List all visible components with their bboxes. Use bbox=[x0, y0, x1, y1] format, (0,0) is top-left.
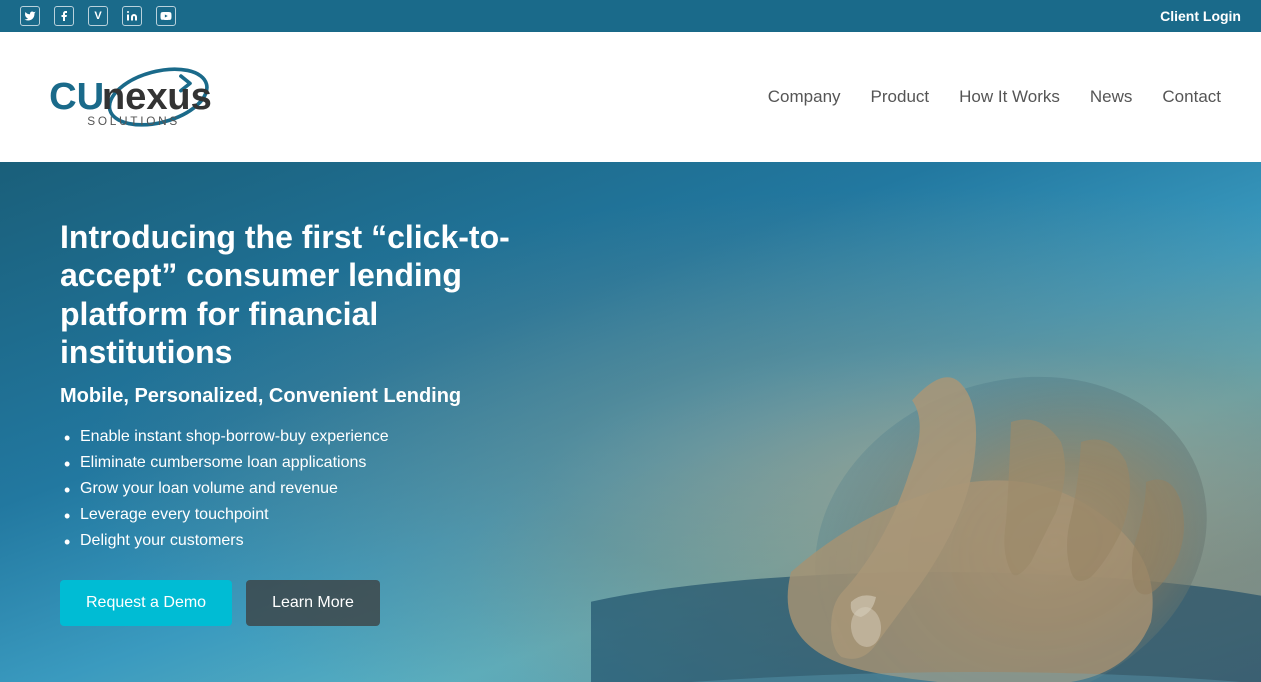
hero-hand-illustration bbox=[591, 222, 1261, 682]
nav-contact[interactable]: Contact bbox=[1162, 87, 1221, 107]
client-login-link[interactable]: Client Login bbox=[1160, 8, 1241, 24]
logo-svg: CU nex us SOLUTIONS bbox=[40, 52, 240, 142]
hero-bullets: Enable instant shop-borrow-buy experienc… bbox=[60, 428, 540, 550]
social-icons: V bbox=[20, 6, 176, 26]
svg-text:CU: CU bbox=[49, 75, 104, 118]
hero-title: Introducing the first “click-to-accept” … bbox=[60, 218, 540, 372]
bullet-4: Leverage every touchpoint bbox=[60, 506, 540, 524]
bullet-5: Delight your customers bbox=[60, 532, 540, 550]
hero-section: Introducing the first “click-to-accept” … bbox=[0, 162, 1261, 682]
request-demo-button[interactable]: Request a Demo bbox=[60, 580, 232, 626]
youtube-icon[interactable] bbox=[156, 6, 176, 26]
hero-content: Introducing the first “click-to-accept” … bbox=[0, 178, 600, 667]
nav-product[interactable]: Product bbox=[871, 87, 930, 107]
learn-more-button[interactable]: Learn More bbox=[246, 580, 380, 626]
hero-buttons: Request a Demo Learn More bbox=[60, 580, 540, 626]
header: CU nex us SOLUTIONS Company Product How … bbox=[0, 32, 1261, 162]
bullet-3: Grow your loan volume and revenue bbox=[60, 480, 540, 498]
linkedin-icon[interactable] bbox=[122, 6, 142, 26]
svg-text:nex: nex bbox=[102, 75, 168, 118]
svg-text:us: us bbox=[167, 75, 212, 118]
twitter-icon[interactable] bbox=[20, 6, 40, 26]
bullet-2: Eliminate cumbersome loan applications bbox=[60, 454, 540, 472]
svg-text:SOLUTIONS: SOLUTIONS bbox=[87, 114, 180, 128]
vimeo-icon[interactable]: V bbox=[88, 6, 108, 26]
nav-menu: Company Product How It Works News Contac… bbox=[768, 87, 1221, 107]
nav-how-it-works[interactable]: How It Works bbox=[959, 87, 1060, 107]
top-bar: V Client Login bbox=[0, 0, 1261, 32]
hero-subtitle: Mobile, Personalized, Convenient Lending bbox=[60, 385, 540, 408]
nav-company[interactable]: Company bbox=[768, 87, 841, 107]
bullet-1: Enable instant shop-borrow-buy experienc… bbox=[60, 428, 540, 446]
logo-container: CU nex us SOLUTIONS bbox=[40, 52, 240, 142]
nav-news[interactable]: News bbox=[1090, 87, 1133, 107]
facebook-icon[interactable] bbox=[54, 6, 74, 26]
